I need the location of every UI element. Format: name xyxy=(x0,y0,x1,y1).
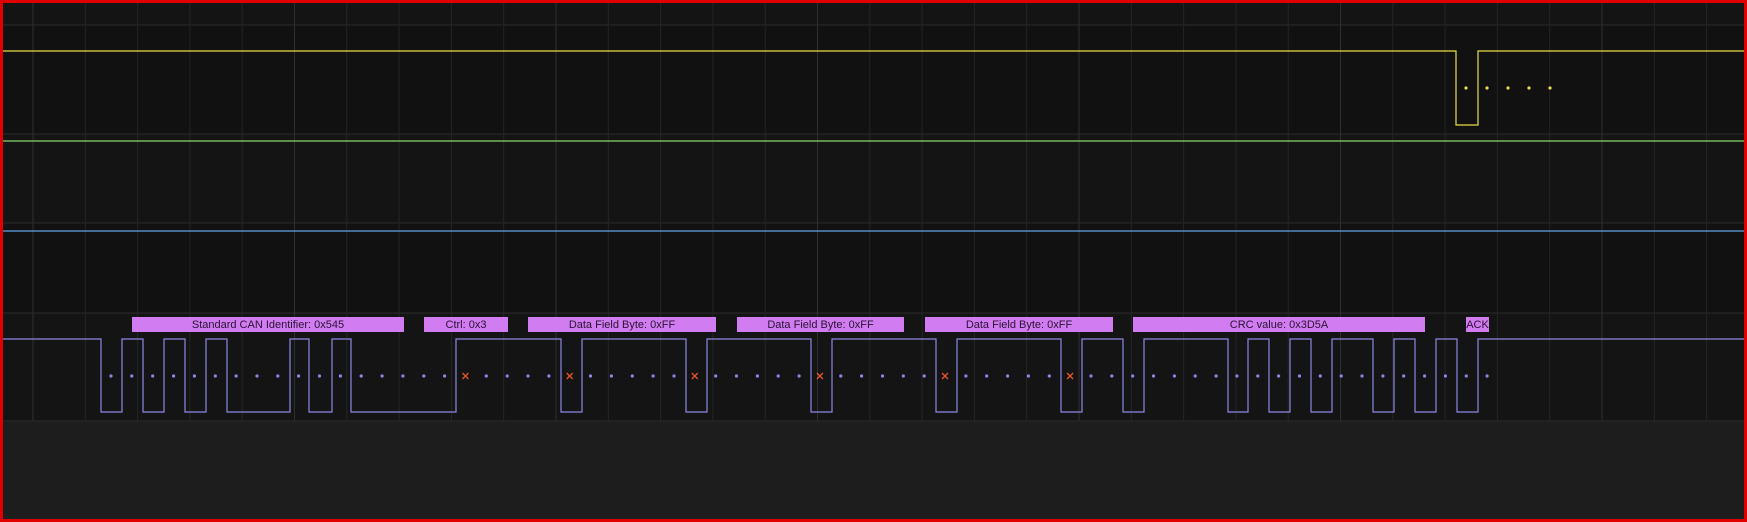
decoder-field-2[interactable]: Ctrl: 0x3 xyxy=(424,317,508,332)
waveform-canvas[interactable]: Standard CAN Identifier: 0x545 Ctrl: 0x3 D… xyxy=(3,3,1744,519)
decoder-field-3[interactable]: Data Field Byte: 0xFF xyxy=(528,317,716,332)
sample-dot xyxy=(317,374,322,378)
sample-dot xyxy=(401,374,405,378)
sample-dot xyxy=(234,374,238,378)
sample-dot xyxy=(1464,374,1468,378)
sample-dot xyxy=(922,374,926,378)
sample-dot xyxy=(526,374,530,378)
protocol-decoder-labels: Standard CAN Identifier: 0x545 Ctrl: 0x3 D… xyxy=(132,317,1489,332)
decoder-field-label: Standard CAN Identifier: 0x545 xyxy=(192,319,344,331)
decoder-field-5[interactable]: Data Field Byte: 0xFF xyxy=(925,317,1113,332)
sample-dot xyxy=(672,374,676,378)
sample-dot xyxy=(588,374,593,378)
sample-dot xyxy=(985,374,989,378)
sample-dot xyxy=(1026,374,1030,378)
sample-dot xyxy=(1527,86,1531,90)
sample-dot xyxy=(443,374,447,378)
sample-dot xyxy=(338,374,342,378)
channel-rows xyxy=(3,3,1744,422)
channel-row-3 xyxy=(3,223,1744,313)
sample-dot xyxy=(776,374,780,378)
sample-dot xyxy=(755,374,760,378)
sample-dot xyxy=(359,374,363,378)
sample-dot xyxy=(1548,86,1552,90)
sample-dot xyxy=(1277,374,1281,378)
sample-dot xyxy=(839,374,843,378)
decoder-field-1[interactable]: Standard CAN Identifier: 0x545 xyxy=(132,317,404,332)
sample-dot xyxy=(1485,374,1489,378)
sample-dot xyxy=(1006,374,1010,378)
sample-dot xyxy=(130,374,134,378)
sample-dot xyxy=(1047,374,1051,378)
sample-dot xyxy=(505,374,509,378)
sample-dot xyxy=(1235,374,1239,378)
sample-dot xyxy=(213,374,217,378)
sample-dot xyxy=(172,374,176,378)
sample-dot xyxy=(1402,374,1406,378)
decoder-field-7[interactable]: ACK xyxy=(1466,317,1489,332)
logic-analyzer-view: Standard CAN Identifier: 0x545 Ctrl: 0x3 D… xyxy=(0,0,1747,522)
decoder-field-label: Data Field Byte: 0xFF xyxy=(966,319,1073,331)
sample-dot xyxy=(1318,374,1322,378)
sample-dot xyxy=(422,374,426,378)
sample-dot xyxy=(547,374,551,378)
sample-dot xyxy=(880,374,885,378)
sample-dot xyxy=(1297,374,1302,378)
channel-row-1 xyxy=(3,25,1744,134)
sample-dot xyxy=(651,374,655,378)
decoder-field-label: CRC value: 0x3D5A xyxy=(1230,319,1329,331)
sample-dot xyxy=(964,374,968,378)
decoder-field-label: Data Field Byte: 0xFF xyxy=(767,319,874,331)
sample-dot xyxy=(714,374,718,378)
sample-dot xyxy=(734,374,739,378)
decoder-field-6[interactable]: CRC value: 0x3D5A xyxy=(1133,317,1425,332)
sample-dot xyxy=(1464,86,1468,90)
sample-dot xyxy=(1131,374,1135,378)
sample-dot xyxy=(1423,374,1427,378)
sample-dot xyxy=(901,374,905,378)
sample-dot xyxy=(255,374,259,378)
decoder-field-label: Ctrl: 0x3 xyxy=(446,319,487,331)
decoder-field-4[interactable]: Data Field Byte: 0xFF xyxy=(737,317,904,332)
sample-dot xyxy=(609,374,614,378)
decoder-field-label: Data Field Byte: 0xFF xyxy=(569,319,676,331)
sample-dot xyxy=(860,374,864,378)
sample-dot xyxy=(1214,374,1218,378)
sample-dot xyxy=(1443,374,1447,378)
sample-dot xyxy=(484,374,488,378)
sample-dot xyxy=(1110,374,1114,378)
sample-dot xyxy=(1089,374,1093,378)
sample-dot xyxy=(1172,374,1176,378)
sample-dot xyxy=(109,374,113,378)
sample-dot xyxy=(297,374,301,378)
sample-dot xyxy=(276,374,280,378)
sample-dot xyxy=(151,374,155,378)
sample-dot xyxy=(192,374,196,378)
channel-row-2 xyxy=(3,134,1744,223)
decoder-field-label: ACK xyxy=(1466,319,1489,331)
sample-dot xyxy=(1485,86,1489,90)
sample-dot xyxy=(1360,374,1364,378)
top-ruler xyxy=(3,3,1744,25)
sample-dot xyxy=(1151,374,1156,378)
sample-dot xyxy=(1256,374,1260,378)
sample-dot xyxy=(1381,374,1385,378)
sample-dot xyxy=(797,374,801,378)
sample-dot xyxy=(380,374,384,378)
sample-dot xyxy=(1506,86,1510,90)
sample-dot xyxy=(630,374,634,378)
sample-dot xyxy=(1339,374,1343,378)
sample-dot xyxy=(1193,374,1197,378)
